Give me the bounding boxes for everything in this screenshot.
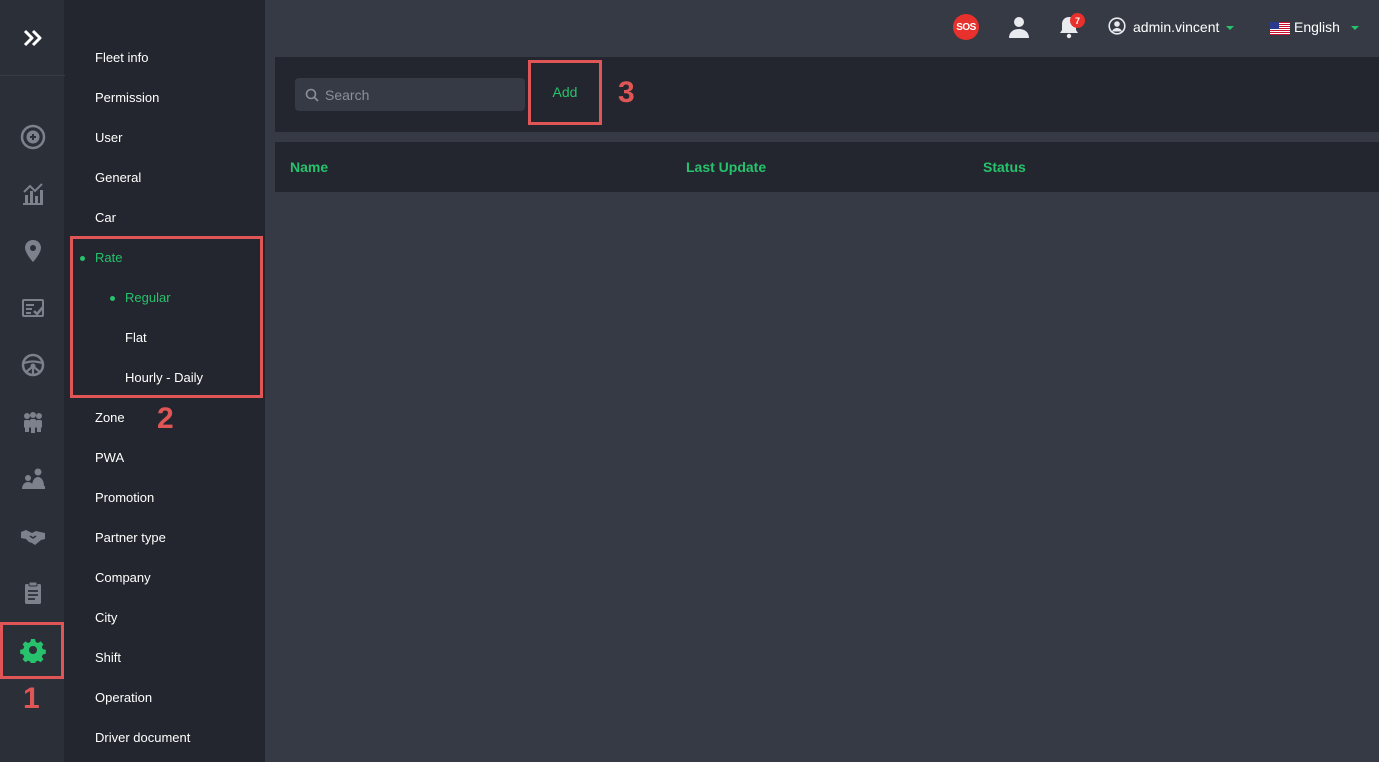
annotation-number-3: 3 [618, 76, 635, 109]
language-selector[interactable]: English [1294, 19, 1340, 35]
menu-item-pwa[interactable]: PWA [95, 448, 124, 468]
clipboard-icon[interactable] [0, 564, 65, 621]
account-circle-icon[interactable] [1108, 17, 1126, 35]
chevron-down-icon[interactable] [1226, 26, 1234, 30]
annotation-box-2 [70, 236, 263, 398]
menu-item-zone[interactable]: Zone [95, 408, 125, 428]
plus-circle-icon[interactable] [0, 108, 65, 165]
menu-item-car[interactable]: Car [95, 208, 116, 228]
menu-item-partner-type[interactable]: Partner type [95, 528, 166, 548]
menu-item-company[interactable]: Company [95, 568, 151, 588]
handshake-icon[interactable] [0, 507, 65, 564]
menu-item-driver-document[interactable]: Driver document [95, 728, 190, 748]
chevron-down-icon[interactable] [1351, 26, 1359, 30]
toolbar-panel: Add [275, 57, 1379, 132]
annotation-number-2: 2 [157, 402, 174, 435]
column-header-name[interactable]: Name [290, 159, 328, 175]
notification-badge: 7 [1070, 13, 1085, 28]
menu-item-fleet-info[interactable]: Fleet info [95, 48, 148, 68]
person-icon[interactable] [1007, 15, 1031, 39]
table-header: Name Last Update Status [275, 142, 1379, 192]
chart-icon[interactable] [0, 165, 65, 222]
menu-item-city[interactable]: City [95, 608, 117, 628]
top-bar: SOS 7 admin.vincent English [265, 0, 1379, 56]
annotation-box-1 [0, 622, 64, 679]
column-header-status[interactable]: Status [983, 159, 1026, 175]
sos-button[interactable]: SOS [953, 14, 979, 40]
user-meeting-icon[interactable] [0, 450, 65, 507]
menu-item-promotion[interactable]: Promotion [95, 488, 154, 508]
menu-item-operation[interactable]: Operation [95, 688, 152, 708]
expand-icon[interactable] [0, 0, 65, 76]
search-box[interactable] [295, 78, 525, 111]
search-icon [305, 88, 319, 102]
menu-item-shift[interactable]: Shift [95, 648, 121, 668]
annotation-number-1: 1 [23, 682, 40, 715]
steering-wheel-icon[interactable] [0, 336, 65, 393]
user-menu[interactable]: admin.vincent [1133, 19, 1219, 35]
search-input[interactable] [325, 78, 520, 111]
checklist-icon[interactable] [0, 279, 65, 336]
location-pin-icon[interactable] [0, 222, 65, 279]
menu-item-user[interactable]: User [95, 128, 122, 148]
us-flag-icon [1270, 22, 1290, 35]
menu-item-general[interactable]: General [95, 168, 141, 188]
menu-item-permission[interactable]: Permission [95, 88, 159, 108]
users-group-icon[interactable] [0, 393, 65, 450]
column-header-last-update[interactable]: Last Update [686, 159, 766, 175]
annotation-box-3 [528, 60, 602, 125]
